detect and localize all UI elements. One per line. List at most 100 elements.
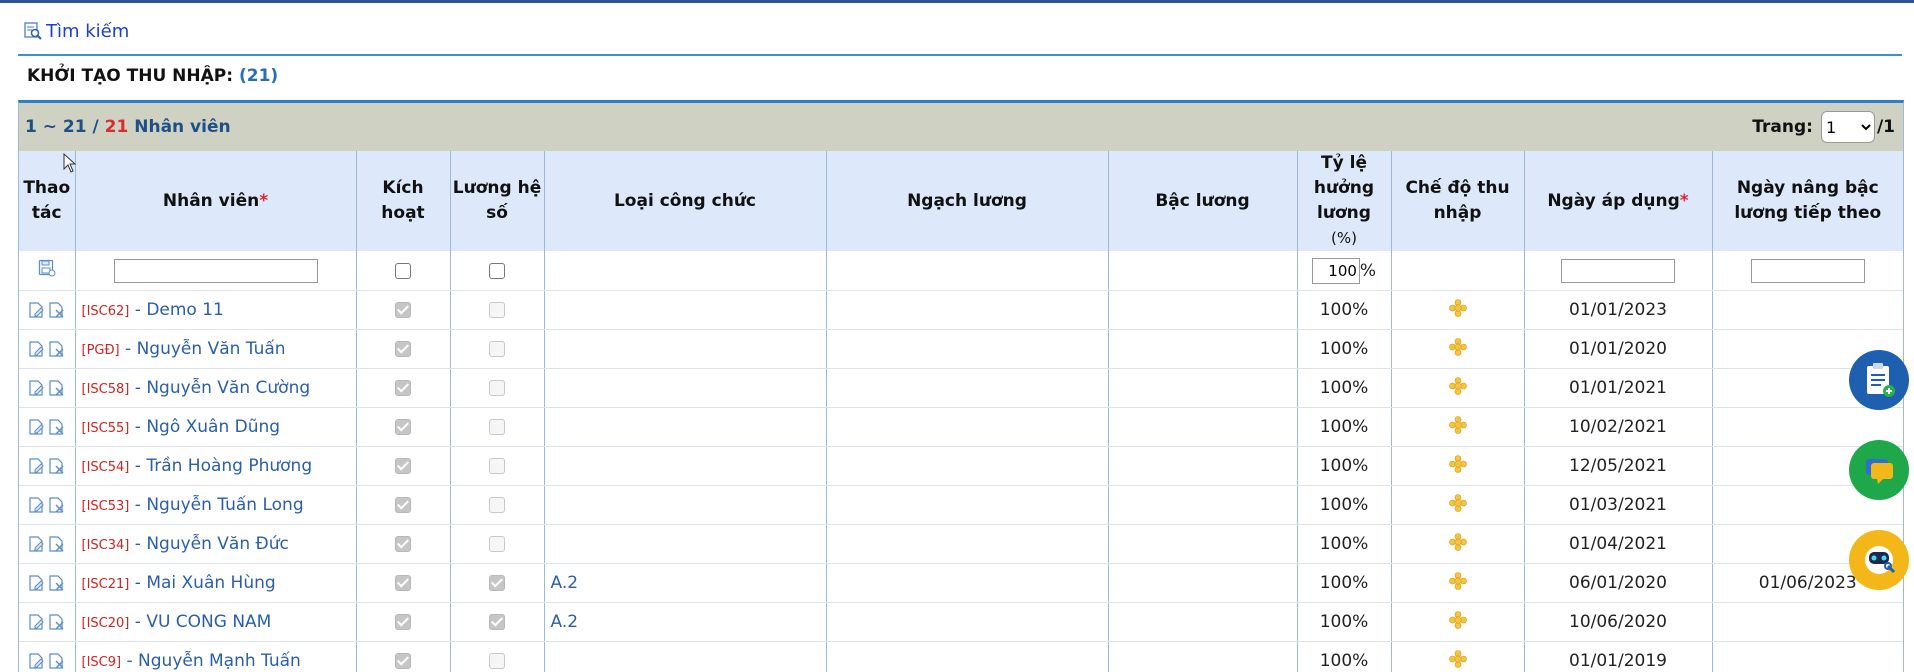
edit-icon[interactable]: [28, 340, 46, 358]
robot-icon: [1857, 538, 1901, 582]
employee-cell[interactable]: [ISC62] - Demo 11: [75, 291, 356, 330]
table-row[interactable]: [ISC20] - VU CONG NAMA.2100%10/06/2020: [19, 603, 1903, 642]
next-raise-filter-cell: [1712, 251, 1903, 291]
edit-icon[interactable]: [28, 496, 46, 514]
employee-name-link[interactable]: - Trần Hoàng Phương: [135, 456, 312, 476]
employee-name-link[interactable]: - Nguyễn Văn Cường: [135, 378, 310, 398]
employee-cell[interactable]: [PGĐ] - Nguyễn Văn Tuấn: [75, 330, 356, 369]
coef-cell: [450, 564, 544, 603]
employee-filter-input[interactable]: [114, 259, 318, 283]
civil-type-cell[interactable]: A.2: [544, 564, 826, 603]
employee-cell[interactable]: [ISC58] - Nguyễn Văn Cường: [75, 369, 356, 408]
income-mode-icon[interactable]: [1449, 572, 1467, 590]
employee-cell[interactable]: [ISC9] - Nguyễn Mạnh Tuấn: [75, 642, 356, 672]
edit-icon[interactable]: [28, 652, 46, 670]
employee-cell[interactable]: [ISC55] - Ngô Xuân Dũng: [75, 408, 356, 447]
edit-icon[interactable]: [28, 457, 46, 475]
col-income-mode[interactable]: Chế độ thu nhập: [1391, 151, 1524, 251]
next-raise-cell: [1712, 603, 1903, 642]
add-record-float-button[interactable]: [1849, 350, 1909, 410]
income-mode-icon[interactable]: [1449, 533, 1467, 551]
civil-type-cell[interactable]: [544, 330, 826, 369]
coef-checkbox: [489, 536, 505, 552]
col-rate[interactable]: Tỷ lệ hưởng lương(%): [1297, 151, 1391, 251]
civil-type-cell[interactable]: [544, 408, 826, 447]
chat-float-button[interactable]: [1849, 440, 1909, 500]
col-employee[interactable]: Nhân viên*: [75, 151, 356, 251]
delete-icon[interactable]: [48, 379, 66, 397]
income-mode-icon[interactable]: [1449, 494, 1467, 512]
employee-cell[interactable]: [ISC53] - Nguyễn Tuấn Long: [75, 486, 356, 525]
delete-icon[interactable]: [48, 340, 66, 358]
employee-name: Nguyễn Văn Đức: [146, 534, 289, 554]
delete-icon[interactable]: [48, 301, 66, 319]
employee-cell[interactable]: [ISC21] - Mai Xuân Hùng: [75, 564, 356, 603]
civil-type-cell[interactable]: [544, 486, 826, 525]
income-mode-icon[interactable]: [1449, 611, 1467, 629]
col-coef[interactable]: Lương hệ số: [450, 151, 544, 251]
civil-type-cell[interactable]: [544, 642, 826, 672]
table-row[interactable]: [ISC58] - Nguyễn Văn Cường100%01/01/2021: [19, 369, 1903, 408]
support-bot-float-button[interactable]: [1849, 530, 1909, 590]
salary-scale-filter-cell: [826, 251, 1108, 291]
delete-icon[interactable]: [48, 574, 66, 592]
employee-name-link[interactable]: - Nguyễn Tuấn Long: [135, 495, 304, 515]
edit-icon[interactable]: [28, 379, 46, 397]
income-mode-icon[interactable]: [1449, 338, 1467, 356]
delete-icon[interactable]: [48, 652, 66, 670]
edit-icon[interactable]: [28, 535, 46, 553]
apply-date-filter-input[interactable]: [1561, 259, 1675, 283]
table-row[interactable]: [PGĐ] - Nguyễn Văn Tuấn100%01/01/2020: [19, 330, 1903, 369]
employee-name-link[interactable]: - Ngô Xuân Dũng: [135, 417, 280, 437]
civil-type-cell[interactable]: A.2: [544, 603, 826, 642]
income-mode-icon[interactable]: [1449, 299, 1467, 317]
active-filter-checkbox[interactable]: [395, 263, 411, 279]
employee-cell[interactable]: [ISC34] - Nguyễn Văn Đức: [75, 525, 356, 564]
delete-icon[interactable]: [48, 496, 66, 514]
civil-type-cell[interactable]: [544, 525, 826, 564]
delete-icon[interactable]: [48, 418, 66, 436]
table-row[interactable]: [ISC55] - Ngô Xuân Dũng100%10/02/2021: [19, 408, 1903, 447]
table-row[interactable]: [ISC62] - Demo 11100%01/01/2023: [19, 291, 1903, 330]
employee-code: [ISC62]: [82, 304, 130, 319]
col-apply-date[interactable]: Ngày áp dụng*: [1524, 151, 1712, 251]
employee-name-link[interactable]: - Mai Xuân Hùng: [135, 573, 276, 593]
table-row[interactable]: [ISC21] - Mai Xuân HùngA.2100%06/01/2020…: [19, 564, 1903, 603]
employee-name-link[interactable]: - Demo 11: [135, 300, 224, 320]
delete-icon[interactable]: [48, 613, 66, 631]
col-next-raise[interactable]: Ngày nâng bậc lương tiếp theo: [1712, 151, 1903, 251]
delete-icon[interactable]: [48, 535, 66, 553]
edit-icon[interactable]: [28, 613, 46, 631]
col-salary-scale[interactable]: Ngạch lương: [826, 151, 1108, 251]
civil-type-cell[interactable]: [544, 369, 826, 408]
search-link[interactable]: Tìm kiếm: [24, 18, 129, 44]
save-icon[interactable]: [38, 259, 56, 277]
edit-icon[interactable]: [28, 301, 46, 319]
col-civil-type[interactable]: Loại công chức: [544, 151, 826, 251]
employee-name-link[interactable]: - Nguyễn Văn Đức: [135, 534, 289, 554]
next-raise-filter-input[interactable]: [1751, 259, 1865, 283]
rate-filter-input[interactable]: [1312, 258, 1360, 284]
table-row[interactable]: [ISC54] - Trần Hoàng Phương100%12/05/202…: [19, 447, 1903, 486]
income-mode-icon[interactable]: [1449, 650, 1467, 668]
coef-filter-checkbox[interactable]: [489, 263, 505, 279]
employee-name-link[interactable]: - Nguyễn Văn Tuấn: [125, 339, 286, 359]
income-mode-icon[interactable]: [1449, 416, 1467, 434]
employee-name-link[interactable]: - VU CONG NAM: [135, 612, 272, 632]
employee-cell[interactable]: [ISC54] - Trần Hoàng Phương: [75, 447, 356, 486]
table-row[interactable]: [ISC9] - Nguyễn Mạnh Tuấn100%01/01/2019: [19, 642, 1903, 672]
civil-type-cell[interactable]: [544, 291, 826, 330]
edit-icon[interactable]: [28, 418, 46, 436]
table-row[interactable]: [ISC53] - Nguyễn Tuấn Long100%01/03/2021: [19, 486, 1903, 525]
employee-name-link[interactable]: - Nguyễn Mạnh Tuấn: [126, 651, 300, 671]
income-mode-icon[interactable]: [1449, 455, 1467, 473]
page-select[interactable]: 1: [1821, 111, 1875, 143]
col-salary-level[interactable]: Bậc lương: [1108, 151, 1297, 251]
col-active[interactable]: Kích hoạt: [356, 151, 450, 251]
employee-cell[interactable]: [ISC20] - VU CONG NAM: [75, 603, 356, 642]
edit-icon[interactable]: [28, 574, 46, 592]
delete-icon[interactable]: [48, 457, 66, 475]
table-row[interactable]: [ISC34] - Nguyễn Văn Đức100%01/04/2021: [19, 525, 1903, 564]
income-mode-icon[interactable]: [1449, 377, 1467, 395]
civil-type-cell[interactable]: [544, 447, 826, 486]
